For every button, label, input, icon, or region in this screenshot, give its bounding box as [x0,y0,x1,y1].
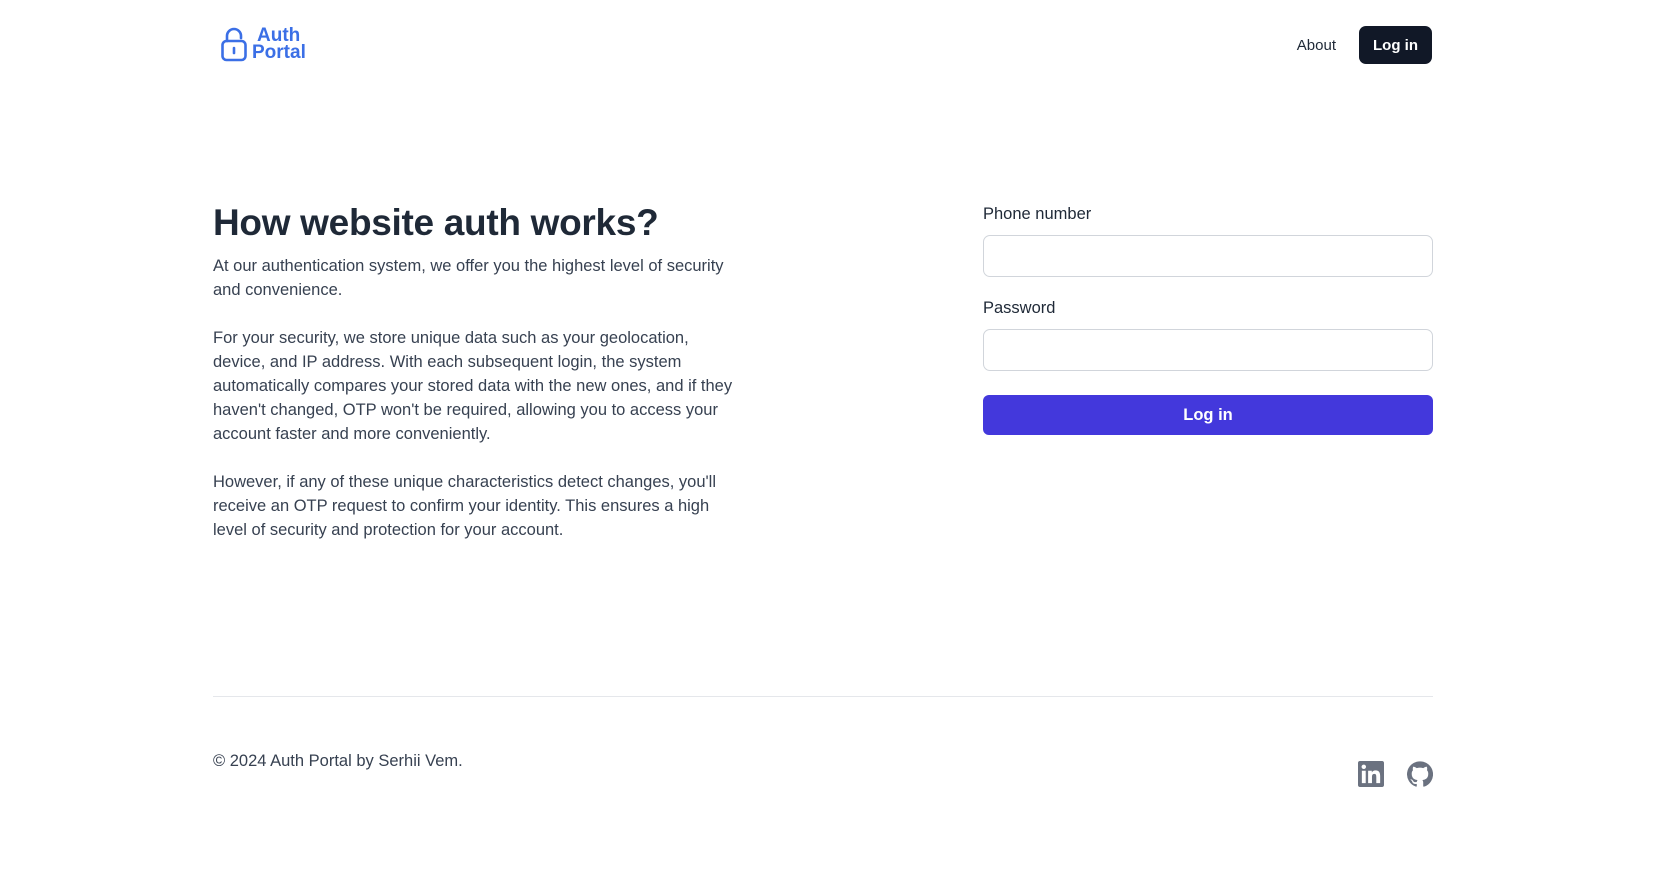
copyright-text: © 2024 Auth Portal by Serhii Vem. [213,752,463,770]
page-title: How website auth works? [213,202,659,243]
info-paragraph-3: However, if any of these unique characte… [213,473,717,539]
linkedin-icon[interactable] [1358,761,1384,787]
lock-icon [221,27,247,62]
info-paragraph-2: For your security, we store unique data … [213,329,733,443]
logo-line-2: Portal [252,42,306,63]
login-form: Phone number Password Log in [983,203,1433,435]
info-paragraph-1: At our authentication system, we offer y… [213,257,724,299]
top-nav: About Log in [1297,26,1432,64]
logo-link[interactable]: Auth Portal [220,26,306,62]
auth-info-section: How website auth works? At our authentic… [213,200,733,542]
about-link[interactable]: About [1297,37,1336,54]
phone-number-input[interactable] [983,235,1433,277]
password-input[interactable] [983,329,1433,371]
password-label: Password [983,299,1056,317]
password-field-group: Password [983,297,1433,371]
social-links [1358,761,1434,787]
footer-divider [213,696,1433,697]
phone-field-group: Phone number [983,203,1433,277]
logo-text: Auth Portal [252,26,306,63]
phone-label: Phone number [983,205,1092,223]
github-icon[interactable] [1407,761,1434,787]
login-submit-button[interactable]: Log in [983,395,1433,435]
site-header: Auth Portal About Log in [0,0,1662,90]
header-login-button[interactable]: Log in [1359,26,1432,64]
